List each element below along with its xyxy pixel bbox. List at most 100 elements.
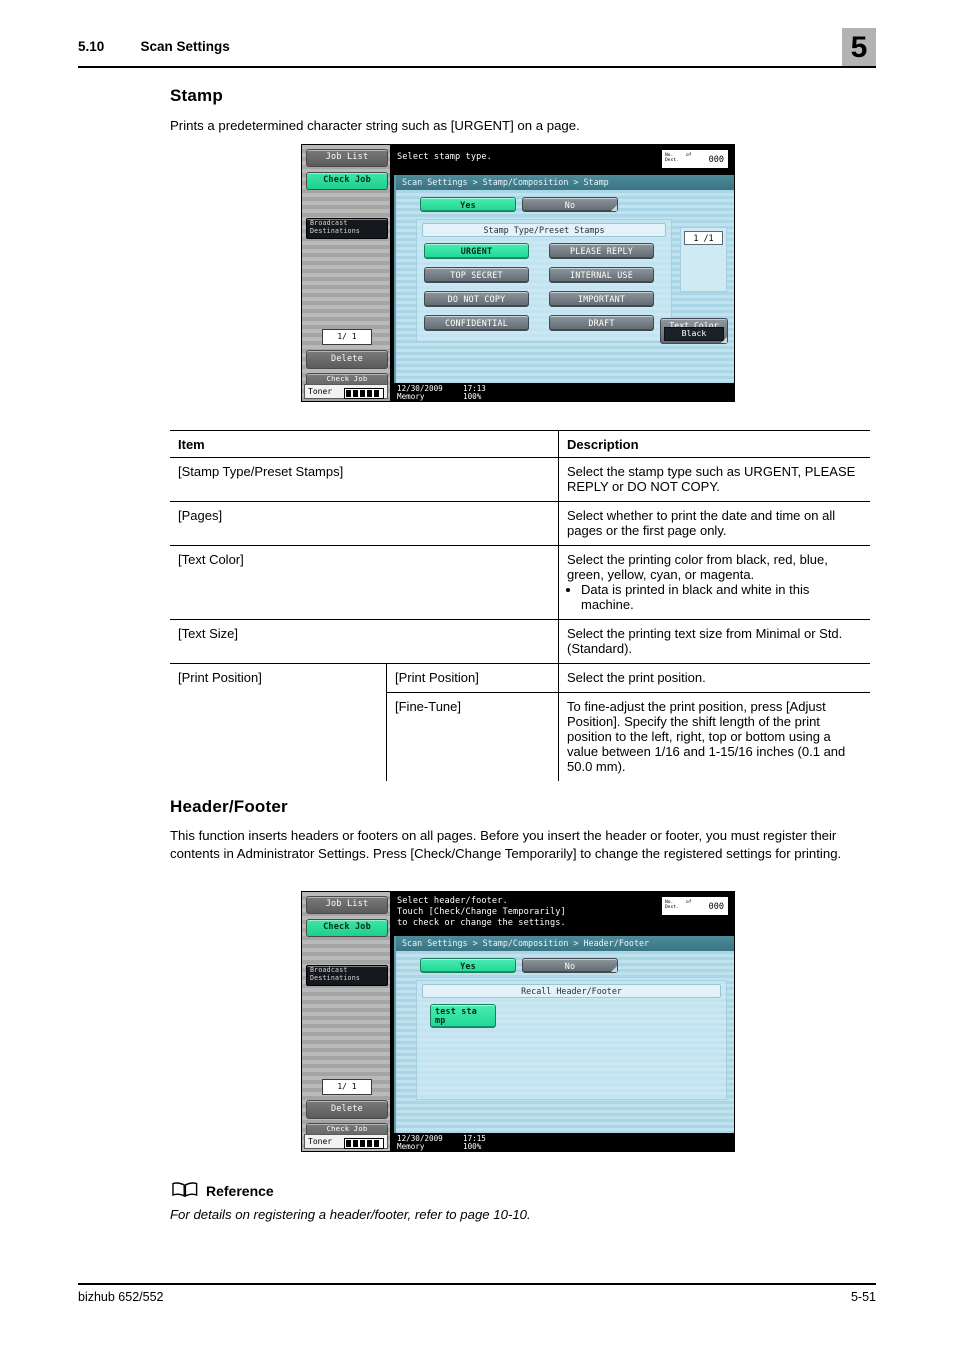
toner-gauge: Toner (304, 1134, 388, 1149)
broadcast-destinations-label: Broadcast Destinations (306, 965, 388, 986)
table-cell-bullet: Data is printed in black and white in th… (581, 582, 862, 612)
reference-text: For details on registering a header/foot… (170, 1207, 531, 1222)
table-cell-description: Select whether to print the date and tim… (558, 501, 870, 546)
table-header-description: Description (558, 430, 870, 458)
table-cell-description: Select the printing color from black, re… (558, 545, 870, 620)
stamp-intro-paragraph: Prints a predetermined character string … (170, 118, 580, 133)
text-color-button[interactable]: Text Color Black (660, 318, 728, 344)
dest-label-of: of (686, 899, 692, 905)
stamp-button-internal-use[interactable]: INTERNAL USE (549, 267, 654, 283)
page-title-header-footer: Header/Footer (170, 797, 288, 816)
table-cell-description: Select the print position. (558, 663, 870, 693)
table-row: [Stamp Type/Preset Stamps] Select the st… (170, 457, 870, 502)
document-page: 5.10 Scan Settings 5 Stamp Prints a pred… (0, 0, 954, 1350)
screen-message-line2: Touch [Check/Change Temporarily] (397, 907, 566, 917)
status-memory-label: Memory (397, 392, 425, 401)
header-footer-touch-screen: Select header/footer. Touch [Check/Chang… (390, 892, 734, 1151)
check-job-button[interactable]: Check Job (306, 919, 388, 937)
text-color-value: Black (664, 327, 724, 341)
stamp-page-counter: 1 /1 (684, 231, 723, 245)
status-memory-label: Memory (397, 1142, 425, 1151)
footer-rule (78, 1283, 876, 1285)
table-cell-subitem: [Fine-Tune] (386, 692, 559, 781)
broadcast-destinations-label: Broadcast Destinations (306, 218, 388, 239)
table-cell-description: To fine-adjust the print position, press… (558, 692, 870, 781)
check-job-button[interactable]: Check Job (306, 172, 388, 190)
recall-item-test-stamp[interactable]: test sta mp (430, 1004, 496, 1028)
status-bar: 12/30/2009 Memory 17:15 100% (390, 1133, 734, 1151)
stamp-settings-table: Item Description [Stamp Type/Preset Stam… (170, 430, 870, 781)
toner-gauge: Toner (304, 384, 388, 399)
dest-count-value: 000 (708, 155, 724, 165)
job-list-button[interactable]: Job List (306, 149, 388, 167)
stamp-button-top-secret[interactable]: TOP SECRET (424, 267, 529, 283)
machine-left-rail: Job List Check Job Broadcast Destination… (302, 892, 390, 1151)
destination-count-box: No. Dest. of 000 (661, 896, 729, 916)
message-bar: Select stamp type. No. Dest. of 000 (390, 145, 734, 175)
page-counter-rail: 1/ 1 (322, 329, 372, 345)
stamp-settings-content: Scan Settings > Stamp/Composition > Stam… (394, 175, 734, 401)
screen-message: Select stamp type. (397, 152, 492, 162)
table-cell-description: Select the stamp type such as URGENT, PL… (558, 457, 870, 502)
toner-level-bars (344, 387, 384, 399)
yes-button[interactable]: Yes (420, 958, 516, 973)
toner-label: Toner (308, 387, 333, 396)
dest-label-line2: Dest. (665, 157, 679, 163)
table-row: [Text Color] Select the printing color f… (170, 545, 870, 620)
table-header-row: Item Description (170, 430, 870, 458)
job-list-button[interactable]: Job List (306, 896, 388, 914)
stamp-button-do-not-copy[interactable]: DO NOT COPY (424, 291, 529, 307)
no-button[interactable]: No (522, 958, 618, 973)
running-head-rule (78, 66, 876, 69)
header-footer-intro-paragraph: This function inserts headers or footers… (170, 828, 842, 861)
toner-level-bars (344, 1137, 384, 1149)
section-number: 5.10 (78, 39, 105, 54)
table-cell-item: [Stamp Type/Preset Stamps] (178, 464, 344, 479)
breadcrumb: Scan Settings > Stamp/Composition > Head… (396, 936, 734, 951)
status-bar: 12/30/2009 Memory 17:13 100% (390, 383, 734, 401)
table-row: [Pages] Select whether to print the date… (170, 501, 870, 546)
table-cell-description: Select the printing text size from Minim… (558, 619, 870, 664)
broadcast-destinations-line2: Destinations (310, 226, 361, 235)
table-cell-item: [Text Color] (170, 545, 559, 620)
stamp-type-group-title: Stamp Type/Preset Stamps (422, 223, 666, 237)
recall-header-footer-group (416, 980, 727, 1100)
dest-label-of: of (686, 152, 692, 158)
yes-button[interactable]: Yes (420, 197, 516, 212)
status-memory-value: 100% (463, 1142, 482, 1151)
screen-message-line1: Select header/footer. (397, 896, 508, 906)
message-bar: Select header/footer. Touch [Check/Chang… (390, 892, 734, 936)
stamp-button-urgent[interactable]: URGENT (424, 243, 529, 259)
running-head: 5.10 Scan Settings 5 (78, 28, 876, 68)
dest-label-line2: Dest. (665, 904, 679, 910)
table-row: [Print Position] [Print Position] Select… (170, 663, 870, 781)
delete-button[interactable]: Delete (306, 1100, 388, 1119)
stamp-button-draft[interactable]: DRAFT (549, 315, 654, 331)
table-cell-item: [Pages] (170, 501, 559, 546)
delete-button[interactable]: Delete (306, 350, 388, 369)
table-cell-item: [Text Size] (170, 619, 559, 664)
broadcast-destinations-line2: Destinations (310, 973, 361, 982)
section-title: Scan Settings (140, 39, 230, 54)
recall-header-footer-title: Recall Header/Footer (422, 984, 721, 998)
table-cell-item: [Print Position] (170, 663, 387, 781)
no-button[interactable]: No (522, 197, 618, 212)
book-icon (172, 1182, 198, 1198)
toner-label: Toner (308, 1137, 333, 1146)
stamp-button-please-reply[interactable]: PLEASE REPLY (549, 243, 654, 259)
stamp-button-important[interactable]: IMPORTANT (549, 291, 654, 307)
screen-message-line3: to check or change the settings. (397, 918, 566, 928)
table-cell-subitem: [Print Position] (386, 663, 559, 693)
table-cell-description-text: Select the printing color from black, re… (567, 552, 828, 582)
recall-item-line2: mp (435, 1015, 446, 1026)
stamp-button-confidential[interactable]: CONFIDENTIAL (424, 315, 529, 331)
header-footer-screen-figure: Job List Check Job Broadcast Destination… (301, 891, 735, 1152)
table-header-item: Item (170, 430, 559, 458)
reference-title: Reference (206, 1183, 274, 1199)
table-row: [Text Size] Select the printing text siz… (170, 619, 870, 664)
footer-model: bizhub 652/552 (78, 1290, 164, 1304)
table-cell-bullets: Data is printed in black and white in th… (567, 582, 862, 612)
page-title-stamp: Stamp (170, 86, 223, 105)
breadcrumb: Scan Settings > Stamp/Composition > Stam… (396, 175, 734, 190)
dest-count-value: 000 (708, 902, 724, 912)
